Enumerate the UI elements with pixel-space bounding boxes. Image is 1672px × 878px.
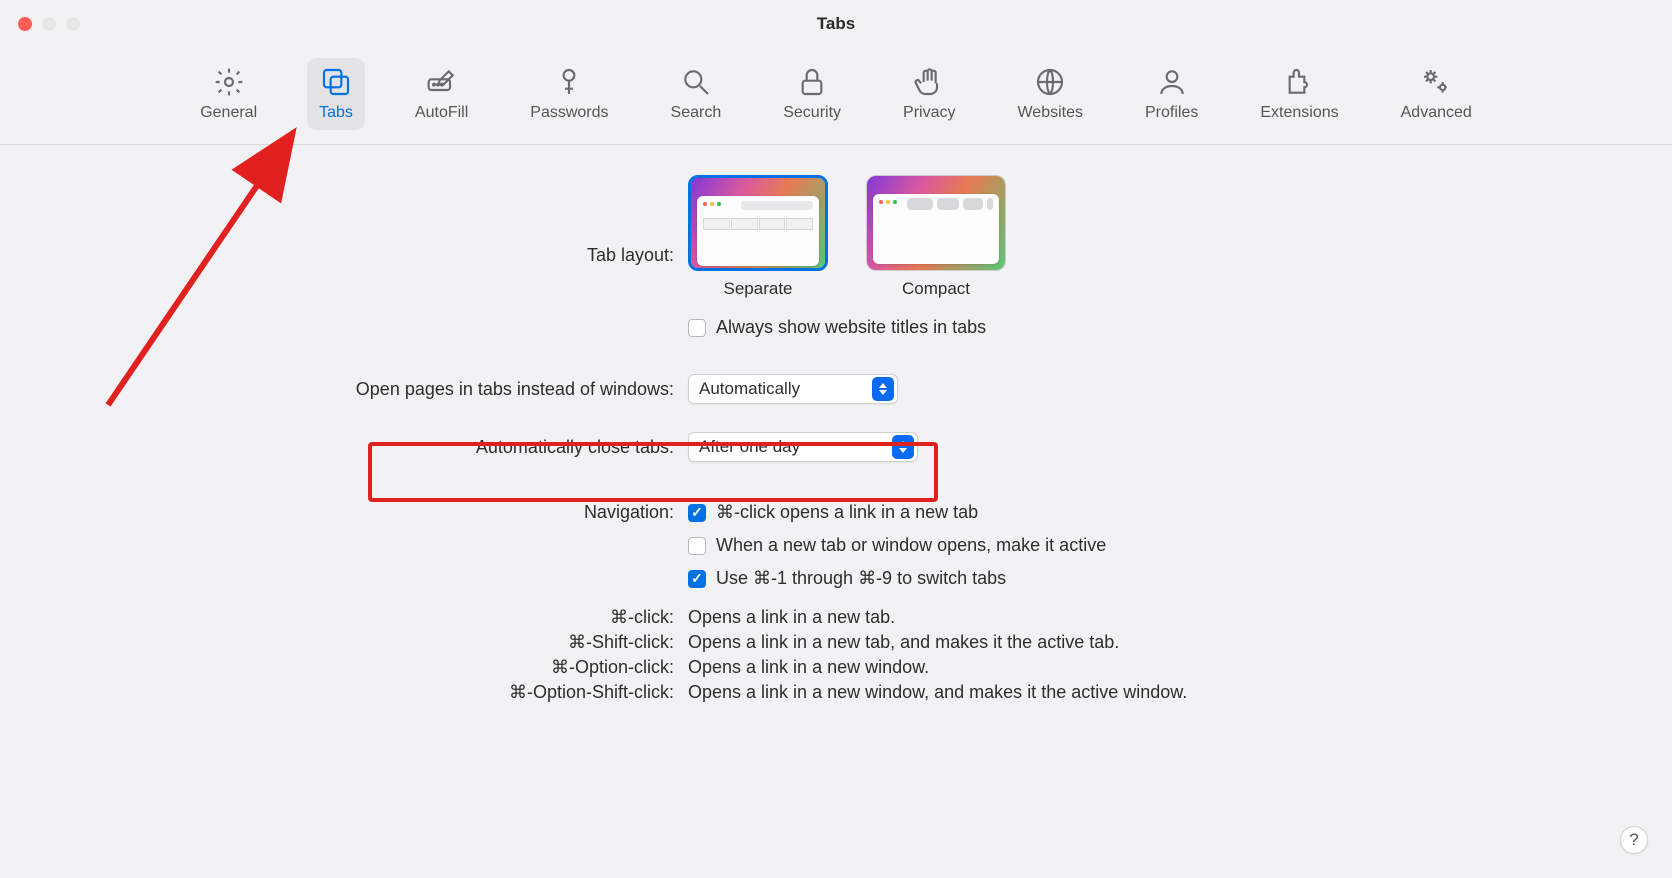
toolbar-tab-label: General <box>200 104 257 122</box>
toolbar-tab-autofill[interactable]: AutoFill <box>403 58 480 130</box>
shortcut-key: ⌘-Shift-click: <box>30 632 688 653</box>
toolbar-tab-label: Extensions <box>1260 104 1338 122</box>
preferences-toolbar: General Tabs AutoFill Passwords Search S… <box>0 48 1672 145</box>
auto-close-value: After one day <box>699 437 800 457</box>
toolbar-tab-label: Privacy <box>903 104 955 122</box>
chevron-up-down-icon <box>892 435 914 459</box>
cmd-click-checkbox[interactable] <box>688 504 706 522</box>
toolbar-tab-advanced[interactable]: Advanced <box>1389 58 1484 130</box>
toolbar-tab-label: Advanced <box>1401 104 1472 122</box>
new-tab-active-label: When a new tab or window opens, make it … <box>716 535 1106 556</box>
toolbar-tab-label: Passwords <box>530 104 608 122</box>
tab-layout-separate-preview <box>688 175 828 271</box>
shortcut-desc: Opens a link in a new window. <box>688 657 1642 678</box>
toolbar-tab-label: AutoFill <box>415 104 468 122</box>
gear-icon <box>213 66 245 98</box>
open-pages-select[interactable]: Automatically <box>688 374 898 404</box>
toolbar-tab-privacy[interactable]: Privacy <box>891 58 967 130</box>
toolbar-tab-security[interactable]: Security <box>771 58 853 130</box>
tab-layout-compact-label: Compact <box>902 279 970 299</box>
person-icon <box>1156 66 1188 98</box>
tab-layout-separate-label: Separate <box>724 279 793 299</box>
gears-icon <box>1420 66 1452 98</box>
shortcut-key: ⌘-click: <box>30 607 688 628</box>
toolbar-tab-tabs[interactable]: Tabs <box>307 58 365 130</box>
tab-layout-label: Tab layout: <box>30 175 688 266</box>
cmd-num-switch-label: Use ⌘-1 through ⌘-9 to switch tabs <box>716 568 1006 589</box>
shortcut-row: ⌘-Option-click: Opens a link in a new wi… <box>30 657 1642 678</box>
toolbar-tab-profiles[interactable]: Profiles <box>1133 58 1210 130</box>
tabs-icon <box>320 66 352 98</box>
toolbar-tab-label: Search <box>671 104 722 122</box>
chevron-up-down-icon <box>872 377 894 401</box>
always-show-titles-label: Always show website titles in tabs <box>716 317 986 338</box>
toolbar-tab-general[interactable]: General <box>188 58 269 130</box>
toolbar-tab-websites[interactable]: Websites <box>1005 58 1095 130</box>
preferences-content: Tab layout: Separate <box>0 145 1672 737</box>
cmd-click-label: ⌘-click opens a link in a new tab <box>716 502 978 523</box>
toolbar-tab-label: Tabs <box>319 104 353 122</box>
tab-layout-separate[interactable]: Separate <box>688 175 828 299</box>
auto-close-label: Automatically close tabs: <box>30 437 688 458</box>
search-icon <box>680 66 712 98</box>
toolbar-tab-search[interactable]: Search <box>659 58 734 130</box>
tab-layout-compact[interactable]: Compact <box>866 175 1006 299</box>
cmd-num-switch-checkbox[interactable] <box>688 570 706 588</box>
help-button[interactable]: ? <box>1620 826 1648 854</box>
hand-icon <box>913 66 945 98</box>
toolbar-tab-extensions[interactable]: Extensions <box>1248 58 1350 130</box>
shortcut-row: ⌘-Option-Shift-click: Opens a link in a … <box>30 682 1642 703</box>
toolbar-tab-label: Profiles <box>1145 104 1198 122</box>
tab-layout-compact-preview <box>866 175 1006 271</box>
help-label: ? <box>1629 830 1638 850</box>
open-pages-value: Automatically <box>699 379 800 399</box>
navigation-label: Navigation: <box>30 502 688 523</box>
shortcut-desc: Opens a link in a new tab. <box>688 607 1642 628</box>
new-tab-active-checkbox[interactable] <box>688 537 706 555</box>
pencil-field-icon <box>426 66 458 98</box>
shortcut-key: ⌘-Option-click: <box>30 657 688 678</box>
window-title: Tabs <box>0 14 1672 34</box>
toolbar-tab-passwords[interactable]: Passwords <box>518 58 620 130</box>
lock-icon <box>796 66 828 98</box>
shortcut-row: ⌘-click: Opens a link in a new tab. <box>30 607 1642 628</box>
shortcut-key: ⌘-Option-Shift-click: <box>30 682 688 703</box>
always-show-titles-checkbox[interactable] <box>688 319 706 337</box>
toolbar-tab-label: Security <box>783 104 841 122</box>
title-bar: Tabs <box>0 0 1672 48</box>
toolbar-tab-label: Websites <box>1017 104 1083 122</box>
key-icon <box>553 66 585 98</box>
shortcut-row: ⌘-Shift-click: Opens a link in a new tab… <box>30 632 1642 653</box>
shortcut-desc: Opens a link in a new tab, and makes it … <box>688 632 1642 653</box>
shortcut-desc: Opens a link in a new window, and makes … <box>688 682 1642 703</box>
auto-close-select[interactable]: After one day <box>688 432 918 462</box>
open-pages-label: Open pages in tabs instead of windows: <box>30 379 688 400</box>
globe-icon <box>1034 66 1066 98</box>
puzzle-icon <box>1283 66 1315 98</box>
